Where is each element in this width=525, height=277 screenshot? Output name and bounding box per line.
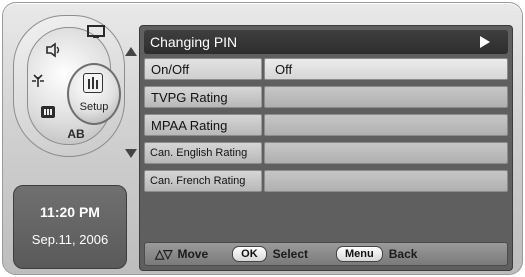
menu-row-mpaa-rating[interactable]: MPAA Rating [144,114,508,136]
footer-back-hint: Menu Back [336,246,417,262]
menu-row-value[interactable] [264,86,508,108]
menu-title-bar[interactable]: Changing PIN [144,30,508,54]
menu-panel: Changing PIN On/Off Off TVPG Rating MPAA… [139,25,513,271]
sound-icon[interactable] [41,39,67,61]
clock-time: 11:20 PM [40,204,100,220]
menu-row-can-french-rating[interactable]: Can. French Rating [144,170,508,192]
menu-row-tvpg-rating[interactable]: TVPG Rating [144,86,508,108]
menu-row-label: TVPG Rating [144,86,262,108]
tv-osd-frame: AB Setup 11:20 PM Sep.11, 2006 Changing … [2,2,523,275]
menu-title: Changing PIN [150,34,238,50]
ok-key-icon: OK [232,246,267,262]
footer-select-label: Select [272,247,309,261]
menu-row-can-english-rating[interactable]: Can. English Rating [144,142,508,164]
menu-row-value[interactable] [264,114,508,136]
up-down-arrows-icon: △▽ [155,247,172,261]
menu-row-label: On/Off [144,58,262,80]
setup-icon [83,73,103,93]
setup-button[interactable]: Setup [67,63,121,125]
control-dial: AB Setup [13,11,137,161]
menu-row-label: Can. English Rating [144,142,262,164]
footer-select-hint: OK Select [232,246,308,262]
ab-icon-label: AB [67,127,85,141]
menu-row-label: Can. French Rating [144,170,262,192]
parental-lock-icon[interactable] [35,101,61,123]
menu-row-value[interactable] [264,170,508,192]
setup-label: Setup [79,101,109,113]
footer-back-label: Back [388,247,418,261]
ab-icon[interactable]: AB [63,123,89,145]
clock-panel: 11:20 PM Sep.11, 2006 [13,185,127,269]
menu-row-label: MPAA Rating [144,114,262,136]
play-arrow-icon [480,36,490,48]
tv-icon[interactable] [83,21,109,43]
menu-key-icon: Menu [336,246,383,262]
menu-row-value[interactable] [264,142,508,164]
footer-move-label: Move [177,247,209,261]
footer-hint-bar: △▽ Move OK Select Menu Back [144,242,508,266]
menu-down-arrow-icon[interactable] [125,149,137,158]
antenna-icon[interactable] [25,69,51,91]
menu-up-arrow-icon[interactable] [125,47,137,56]
menu-row-value[interactable]: Off [264,58,508,80]
clock-date: Sep.11, 2006 [31,232,109,247]
footer-move-hint: △▽ Move [155,247,208,261]
menu-row-on-off[interactable]: On/Off Off [144,58,508,80]
